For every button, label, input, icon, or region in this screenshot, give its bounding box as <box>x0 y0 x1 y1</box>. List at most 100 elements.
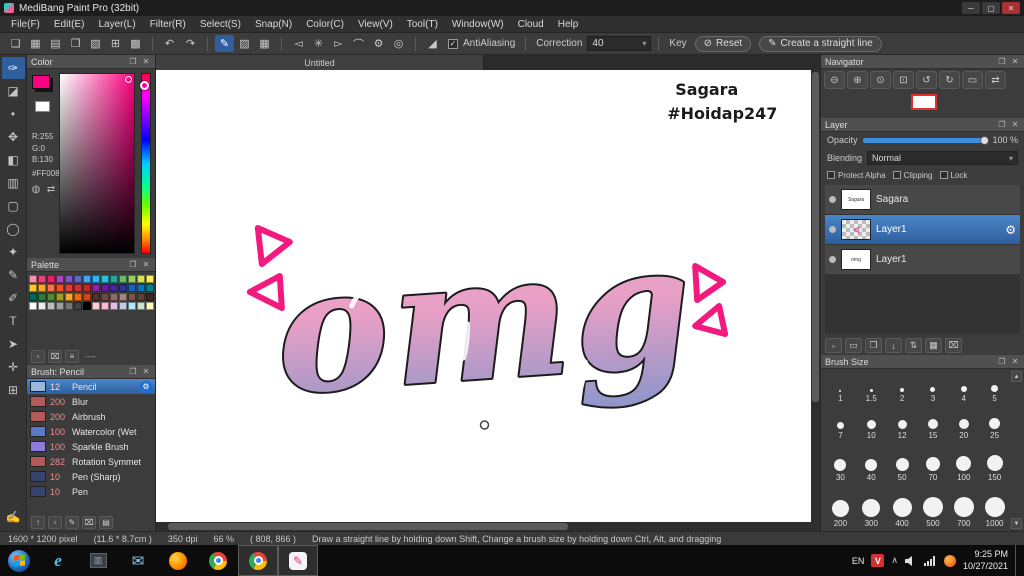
zoom-fit-icon[interactable]: ⊡ <box>893 71 914 89</box>
blending-dropdown[interactable]: Normal ▾ <box>867 151 1018 165</box>
layer-visibility-dot[interactable] <box>829 226 836 233</box>
snap-parallel-icon[interactable]: ◅ <box>289 35 308 52</box>
palette-swatch[interactable] <box>101 293 109 301</box>
palette-swatch[interactable] <box>101 284 109 292</box>
unikey-icon[interactable]: V <box>871 554 884 567</box>
palette-swatch[interactable] <box>47 293 55 301</box>
brush-size-option[interactable]: 1 <box>825 371 856 404</box>
palette-swatch[interactable] <box>101 302 109 310</box>
select-pen-tool[interactable]: ✎ <box>2 264 25 286</box>
palette-swatch[interactable] <box>29 284 37 292</box>
lasso-tool[interactable]: ◯ <box>2 218 25 240</box>
start-button[interactable] <box>0 545 38 576</box>
palette-swatch[interactable] <box>119 275 127 283</box>
palette-swatch[interactable] <box>65 293 73 301</box>
cloud-save-icon[interactable]: ▤ <box>46 35 65 52</box>
clock[interactable]: 9:25 PM 10/27/2021 <box>963 549 1008 572</box>
palette-swatch[interactable] <box>47 275 55 283</box>
layer-row[interactable]: omgLayer1 <box>825 245 1020 274</box>
title-bar[interactable]: MediBang Paint Pro (32bit) ─ ▢ ✕ <box>0 0 1024 16</box>
palette-swatch[interactable] <box>83 275 91 283</box>
brush-size-option[interactable]: 4 <box>948 371 979 404</box>
undo-icon[interactable]: ↶ <box>160 35 179 52</box>
brush-size-option[interactable]: 400 <box>887 483 918 529</box>
palette-swatch[interactable] <box>38 275 46 283</box>
brush-size-option[interactable]: 1.5 <box>856 371 887 404</box>
rotate-reset-icon[interactable]: ▭ <box>962 71 983 89</box>
palette-swatch[interactable] <box>119 293 127 301</box>
screen-tone-icon[interactable]: ▦ <box>255 35 274 52</box>
close-icon[interactable]: ✕ <box>141 57 151 66</box>
brush-size-option[interactable]: 200 <box>825 483 856 529</box>
snap-cross-icon[interactable]: ✳ <box>309 35 328 52</box>
snap-focus-icon[interactable]: ◎ <box>389 35 408 52</box>
palette-swatch[interactable] <box>92 302 100 310</box>
palette-swatch[interactable] <box>146 293 154 301</box>
palette-swatch[interactable] <box>83 293 91 301</box>
swatch-list-icon[interactable]: ≡ <box>65 350 79 363</box>
palette-swatch[interactable] <box>56 302 64 310</box>
palette-swatch[interactable] <box>128 275 136 283</box>
brush-mode-icon[interactable]: ✎ <box>215 35 234 52</box>
palette-swatch[interactable] <box>92 275 100 283</box>
palette-swatch[interactable] <box>29 302 37 310</box>
delete-swatch-icon[interactable]: ⌧ <box>48 350 62 363</box>
palette-swatch[interactable] <box>119 284 127 292</box>
close-button[interactable]: ✕ <box>1002 2 1020 14</box>
palette-swatch[interactable] <box>56 284 64 292</box>
palette-swatch[interactable] <box>47 302 55 310</box>
close-icon[interactable]: ✕ <box>141 260 151 269</box>
delete-layer-icon[interactable]: ⌧ <box>945 338 962 353</box>
firefox-tray-icon[interactable] <box>944 555 956 567</box>
saturation-value-picker[interactable] <box>59 73 135 254</box>
brush-item[interactable]: 100Sparkle Brush <box>27 439 155 454</box>
palette-swatch[interactable] <box>74 293 82 301</box>
brush-item[interactable]: 10Pen <box>27 484 155 499</box>
menu-item-9[interactable]: Tool(T) <box>400 16 445 32</box>
vertical-scrollbar[interactable] <box>811 70 820 531</box>
palette-swatch[interactable] <box>146 284 154 292</box>
material-panel-icon[interactable]: ▩ <box>126 35 145 52</box>
palette-swatch[interactable] <box>38 293 46 301</box>
brush-size-option[interactable]: 5 <box>979 371 1010 404</box>
new-canvas-icon[interactable]: ❏ <box>6 35 25 52</box>
menu-item-1[interactable]: File(F) <box>4 16 47 32</box>
palette-swatch[interactable] <box>119 302 127 310</box>
flip-icon[interactable]: ⇄ <box>985 71 1006 89</box>
add-layer-icon[interactable]: ▫ <box>825 338 842 353</box>
palette-swatch[interactable] <box>74 275 82 283</box>
duplicate-layer-icon[interactable]: ❐ <box>865 338 882 353</box>
taskbar-internet-explorer[interactable]: e <box>38 545 78 576</box>
brush-size-option[interactable]: 150 <box>979 441 1010 483</box>
zoom-in-icon[interactable]: ⊕ <box>847 71 868 89</box>
popout-icon[interactable]: ❐ <box>128 260 138 269</box>
network-icon[interactable] <box>924 556 937 566</box>
palette-swatch[interactable] <box>56 293 64 301</box>
menu-item-8[interactable]: View(V) <box>351 16 400 32</box>
brush-size-option[interactable]: 300 <box>856 483 887 529</box>
close-icon[interactable]: ✕ <box>1010 57 1020 66</box>
palette-swatch[interactable] <box>29 275 37 283</box>
antialiasing-checkbox[interactable]: ✓ <box>448 39 458 49</box>
scroll-up-icon[interactable]: ▲ <box>1011 371 1022 382</box>
layer-visibility-dot[interactable] <box>829 196 836 203</box>
hue-slider[interactable] <box>141 73 151 254</box>
lock-checkbox[interactable]: Lock <box>940 171 968 180</box>
maximize-button[interactable]: ▢ <box>982 2 1000 14</box>
layer-row[interactable]: SagaraSagara <box>825 185 1020 214</box>
palette-swatch[interactable] <box>137 275 145 283</box>
navigator-preview[interactable] <box>821 91 1024 118</box>
straight-line-button[interactable]: ✎ Create a straight line <box>759 36 882 52</box>
background-swatch[interactable] <box>35 101 50 112</box>
swap-color-icon[interactable]: ⇄ <box>45 183 57 195</box>
layer-visibility-dot[interactable] <box>829 256 836 263</box>
popout-icon[interactable]: ❐ <box>997 57 1007 66</box>
scroll-down-icon[interactable]: ▼ <box>1011 518 1022 529</box>
palette-swatch[interactable] <box>56 275 64 283</box>
finger-tool[interactable]: • <box>2 103 25 125</box>
palette-swatch[interactable] <box>110 302 118 310</box>
operation-tool[interactable]: ➤ <box>2 333 25 355</box>
palette-swatch[interactable] <box>83 284 91 292</box>
palette-swatch[interactable] <box>137 302 145 310</box>
popout-icon[interactable]: ❐ <box>997 357 1007 366</box>
